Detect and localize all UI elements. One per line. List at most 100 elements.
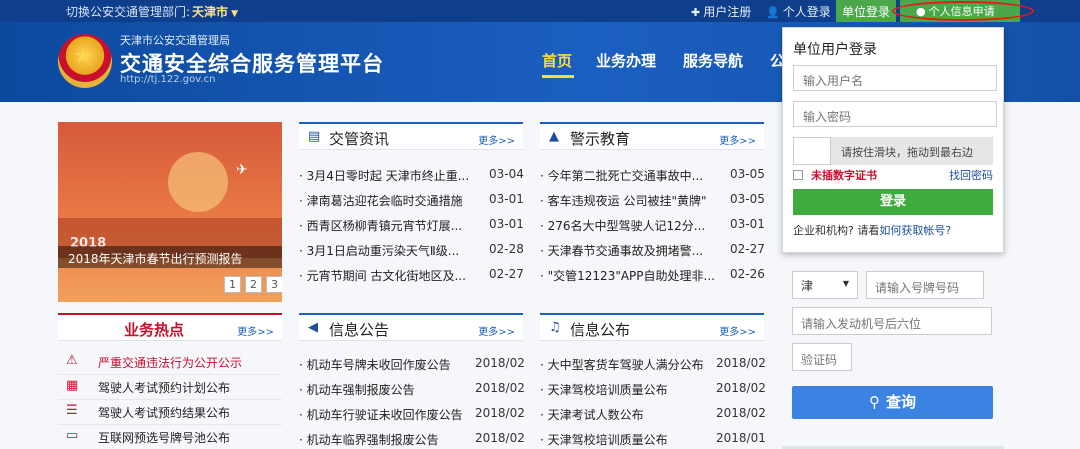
nav-home[interactable]: 首页 [542,50,572,71]
warning-item-date: 02-27 [730,242,765,256]
banner-sun [168,152,228,212]
banner-caption[interactable]: 2018年天津市春节出行预测报告 [58,246,282,268]
password-input[interactable] [793,101,997,127]
warning-item-title[interactable]: · 客车违规夜运 公司被挂"黄牌" [540,192,720,209]
news-item-title[interactable]: · 元宵节期间 古文化街地区及... [299,267,479,284]
warning-item[interactable]: · 客车违规夜运 公司被挂"黄牌" 03-05 [540,192,765,210]
news-item-title[interactable]: · 津南葛沽迎花会临时交通措施 [299,192,479,209]
publish-item-date: 2018/02 [716,381,766,395]
publish-item-title[interactable]: · 天津考试人数公布 [540,406,712,423]
warning-item-title[interactable]: · 天津春节交通事故及拥堵警... [540,242,720,259]
publish-item[interactable]: · 天津驾校培训质量公布 2018/01 [540,431,766,449]
warning-item-title[interactable]: · 276名大中型驾驶人记12分... [540,217,720,234]
city-name[interactable]: 天津市 [192,5,228,19]
airplane-icon: ✈ [236,162,248,178]
pager-2[interactable]: 2 [245,276,262,293]
notice-item[interactable]: · 机动车号牌未收回作废公告 2018/02 [299,356,525,374]
news-item[interactable]: · 3月1日启动重污染天气Ⅱ级... 02-28 [299,242,524,260]
nav-service[interactable]: 服务导航 [683,50,743,71]
personal-login-label: 个人登录 [782,5,831,19]
unit-login-button[interactable]: 单位登录 [836,0,896,22]
news-item[interactable]: · 3月4日零时起 天津市终止重... 03-04 [299,167,524,185]
publish-item-title[interactable]: · 天津驾校培训质量公布 [540,431,712,448]
warning-item-date: 02-26 [730,267,765,281]
slide-verify[interactable]: 请按住滑块，拖动到最右边 [793,137,993,165]
notice-title: 信息公告 [329,321,390,339]
warning-icon: ▲ [549,129,559,144]
notice-item-title[interactable]: · 机动车临界强制报废公告 [299,431,471,448]
no-cert-checkbox[interactable] [793,170,803,180]
hot-item[interactable]: ⚠ 严重交通违法行为公开公示 [58,352,282,374]
hot-item-label[interactable]: 驾驶人考试预约结果公布 [98,404,230,421]
news-item-title[interactable]: · 3月1日启动重污染天气Ⅱ级... [299,242,479,259]
publish-item-date: 2018/02 [716,356,766,370]
news-item-title[interactable]: · 3月4日零时起 天津市终止重... [299,167,479,184]
news-title: 交管资讯 [329,130,390,148]
pager-1[interactable]: 1 [224,276,241,293]
notice-panel-header: ◀ 信息公告 更多>> [299,313,523,341]
notice-item[interactable]: · 机动车行驶证未收回作废公告 2018/02 [299,406,525,424]
hot-item-label[interactable]: 驾驶人考试预约计划公布 [98,379,230,396]
news-more-link[interactable]: 更多>> [478,132,515,147]
publish-title: 信息公布 [570,321,631,339]
nav-business[interactable]: 业务办理 [596,50,656,71]
query-button-label: 查询 [885,393,916,411]
pager-3[interactable]: 3 [266,276,282,293]
publish-item-date: 2018/01 [716,431,766,445]
nav-active-underline [542,75,574,78]
hot-item[interactable]: ▭ 互联网预选号牌号池公布 [58,427,282,449]
forgot-password-link[interactable]: 找回密码 [949,167,993,183]
slider-knob[interactable] [793,137,831,165]
notice-item-date: 2018/02 [475,406,525,420]
top-bar: 切换公安交通管理部门: 天津市 ▼ ✚ 用户注册 👤 个人登录 单位登录 ● 个人信息申请 [0,0,1080,22]
notice-item-title[interactable]: · 机动车行驶证未收回作废公告 [299,406,471,423]
hot-item[interactable]: ☰ 驾驶人考试预约结果公布 [58,402,282,424]
query-button[interactable]: ⚲ 查询 [792,386,993,419]
department-switcher[interactable]: 切换公安交通管理部门: 天津市 ▼ [66,3,238,20]
warning-item[interactable]: · 今年第二批死亡交通事故中... 03-05 [540,167,765,185]
warning-item[interactable]: · 276名大中型驾驶人记12分... 03-01 [540,217,765,235]
hot-item-label[interactable]: 严重交通违法行为公开公示 [98,354,242,371]
warning-more-link[interactable]: 更多>> [719,132,756,147]
howto-link[interactable]: 如何获取帐号? [879,224,951,237]
username-input[interactable] [793,65,997,91]
publish-item-title[interactable]: · 大中型客货车驾驶人满分公布 [540,356,712,373]
news-item[interactable]: · 津南葛沽迎花会临时交通措施 03-01 [299,192,524,210]
publish-item-title[interactable]: · 天津驾校培训质量公布 [540,381,712,398]
plate-prefix-select[interactable]: 津 ▼ [792,271,858,299]
publish-item[interactable]: · 大中型客货车驾驶人满分公布 2018/02 [540,356,766,374]
publish-item[interactable]: · 天津考试人数公布 2018/02 [540,406,766,424]
notice-item-title[interactable]: · 机动车强制报废公告 [299,381,471,398]
news-item-title[interactable]: · 西青区杨柳青镇元宵节灯展... [299,217,479,234]
highlight-ring [892,1,1034,21]
publish-item[interactable]: · 天津驾校培训质量公布 2018/02 [540,381,766,399]
warning-item[interactable]: · "交管12123"APP自助处理非... 02-26 [540,267,765,285]
login-button[interactable]: 登录 [793,189,993,215]
personal-login-link[interactable]: 👤 个人登录 [766,3,831,20]
plate-number-input[interactable] [866,271,984,299]
publish-more-link[interactable]: 更多>> [719,323,756,338]
caret-down-icon[interactable]: ▼ [231,9,238,19]
notice-more-link[interactable]: 更多>> [478,323,515,338]
captcha-input[interactable] [792,343,852,371]
warning-item-title[interactable]: · 今年第二批死亡交通事故中... [540,167,720,184]
hot-more-link[interactable]: 更多>> [237,323,274,338]
news-item-date: 03-04 [489,167,524,181]
engine-number-input[interactable] [792,307,992,335]
hot-item[interactable]: ▦ 驾驶人考试预约计划公布 [58,377,282,399]
hot-panel-header: 业务热点 更多>> [58,313,282,341]
divider [58,374,282,375]
notice-item[interactable]: · 机动车临界强制报废公告 2018/02 [299,431,525,449]
news-item-date: 03-01 [489,217,524,231]
register-link[interactable]: ✚ 用户注册 [691,3,751,20]
warning-item[interactable]: · 天津春节交通事故及拥堵警... 02-27 [540,242,765,260]
news-item[interactable]: · 元宵节期间 古文化街地区及... 02-27 [299,267,524,285]
notice-item-title[interactable]: · 机动车号牌未收回作废公告 [299,356,471,373]
unit-login-popup: 单位用户登录 请按住滑块，拖动到最右边 未插数字证书 找回密码 登录 企业和机构… [782,27,1004,253]
site-url: http://tj.122.gov.cn [120,74,216,85]
notice-item[interactable]: · 机动车强制报废公告 2018/02 [299,381,525,399]
warning-item-title[interactable]: · "交管12123"APP自助处理非... [540,267,720,284]
news-item[interactable]: · 西青区杨柳青镇元宵节灯展... 03-01 [299,217,524,235]
banner-carousel[interactable]: ✈ 2018 2018年天津市春节出行预测报告 1 2 3 4 5 [58,122,282,302]
hot-item-label[interactable]: 互联网预选号牌号池公布 [98,429,230,446]
